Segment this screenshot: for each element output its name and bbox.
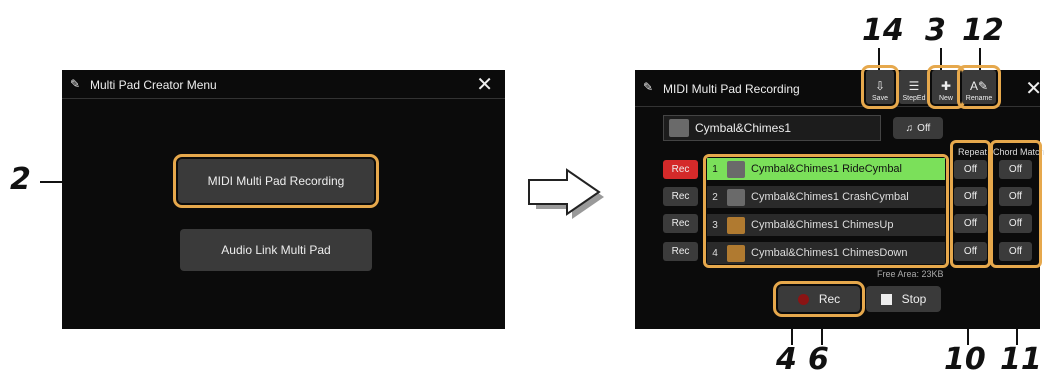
rec-label: Rec	[818, 292, 841, 306]
stop-button[interactable]: Stop	[866, 286, 941, 312]
bank-name-field[interactable]: Cymbal&Chimes1	[663, 115, 881, 141]
pad-1-rec-button[interactable]: Rec	[663, 160, 698, 179]
callout-12: 12	[962, 13, 1004, 48]
drum-icon	[669, 119, 689, 137]
pad-4-rec-button[interactable]: Rec	[663, 242, 698, 261]
callout-4: 4	[776, 342, 797, 377]
list-icon: ☰	[908, 79, 920, 93]
record-icon	[797, 293, 809, 305]
chord-match-column-highlight	[990, 140, 1042, 268]
new-button[interactable]: ✚ New	[927, 65, 965, 109]
stop-icon	[880, 293, 892, 305]
save-button[interactable]: ⇩ Save	[861, 65, 899, 109]
creator-icon: ✎	[70, 77, 81, 91]
new-label: New	[938, 95, 953, 102]
new-icon: ✚	[940, 79, 952, 93]
screen-title: Multi Pad Creator Menu	[90, 78, 217, 92]
steped-label: StepEd	[902, 95, 926, 102]
free-area-text: Free Area: 23KB	[877, 269, 944, 279]
pad-2-rec-button[interactable]: Rec	[663, 187, 698, 206]
close-icon[interactable]: ✕	[476, 72, 493, 97]
rename-button[interactable]: A✎ Rename	[957, 65, 1001, 109]
callout-line-3	[940, 48, 942, 70]
callout-line-12	[979, 48, 981, 70]
arrow-right-icon	[528, 168, 604, 219]
callout-6: 6	[808, 342, 829, 377]
metronome-icon: ♫	[905, 122, 914, 134]
callout-14: 14	[862, 13, 904, 48]
rename-icon: A✎	[969, 79, 989, 93]
repeat-column-highlight	[950, 140, 991, 268]
save-label: Save	[872, 95, 888, 102]
rec-button[interactable]: Rec	[773, 281, 865, 317]
callout-3: 3	[925, 13, 946, 48]
close-icon[interactable]: ✕	[1025, 76, 1042, 101]
callout-2: 2	[10, 162, 31, 197]
rename-label: Rename	[965, 95, 993, 102]
stop-label: Stop	[901, 292, 927, 306]
callout-11: 11	[1000, 342, 1042, 377]
pad-list-highlight	[703, 154, 949, 268]
bank-name: Cymbal&Chimes1	[695, 121, 792, 135]
metronome-toggle[interactable]: ♫ Off	[893, 117, 943, 139]
midi-multi-pad-recording-button[interactable]: MIDI Multi Pad Recording	[173, 154, 379, 208]
pad-3-rec-button[interactable]: Rec	[663, 214, 698, 233]
step-edit-button[interactable]: ☰ StepEd	[899, 70, 929, 104]
title-bar: ✎ Multi Pad Creator Menu ✕	[62, 70, 505, 99]
metronome-value: Off	[917, 122, 931, 134]
callout-10: 10	[944, 342, 986, 377]
save-icon: ⇩	[874, 79, 886, 93]
recording-icon: ✎	[643, 80, 654, 94]
callout-line-14	[878, 48, 880, 70]
audio-link-multi-pad-button[interactable]: Audio Link Multi Pad	[180, 229, 372, 271]
screen-title: MIDI Multi Pad Recording	[663, 82, 800, 96]
